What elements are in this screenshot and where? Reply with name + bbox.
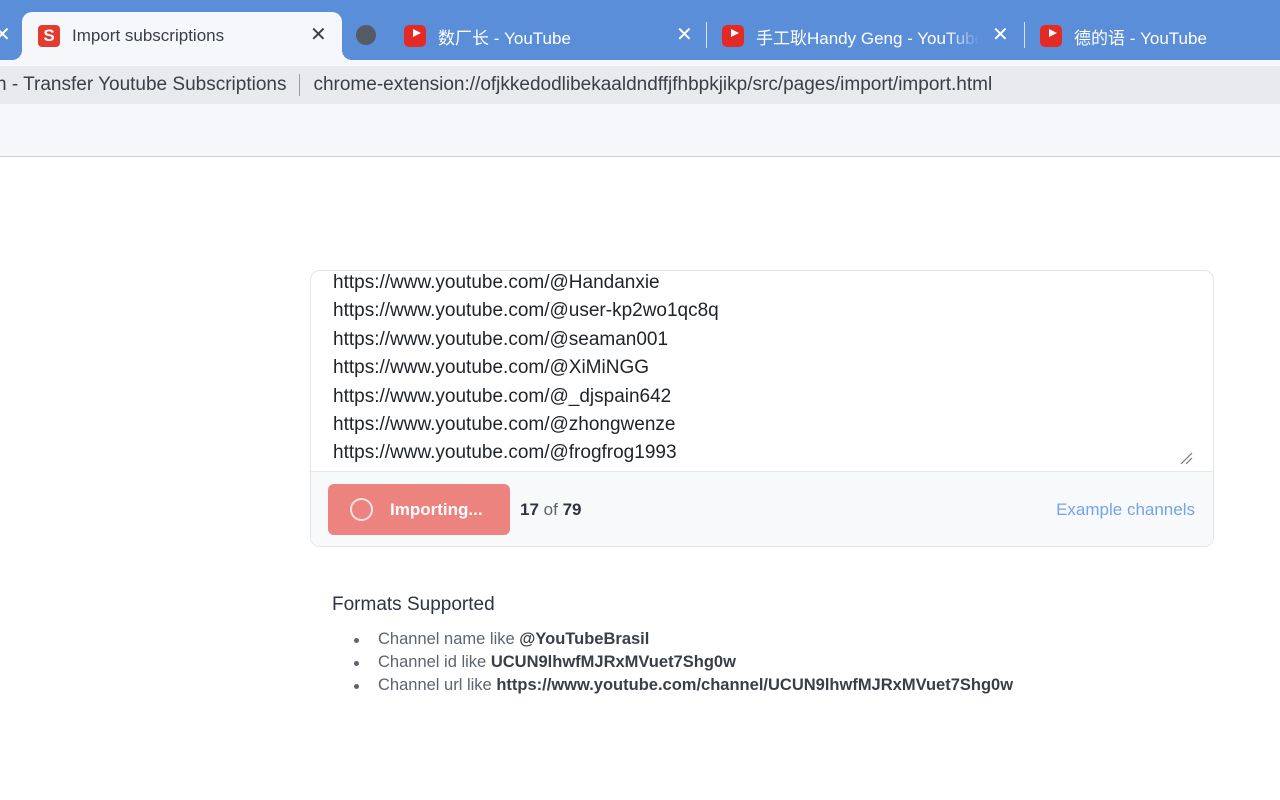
import-card: https://www.youtube.com/@Handanxie https:… (310, 270, 1214, 547)
bookmark-bar (0, 110, 1280, 157)
extension-name: h - Transfer Youtube Subscriptions (0, 74, 287, 95)
url-text[interactable]: chrome-extension://ofjkkedodlibekaaldndf… (313, 74, 992, 96)
format-example: @YouTubeBrasil (519, 630, 650, 648)
channel-url-line: https://www.youtube.com/@user-kp2wo1qc8q (333, 300, 719, 322)
youtube-icon (722, 25, 744, 47)
progress-separator: of (543, 500, 558, 519)
format-prefix: Channel name like (378, 630, 515, 648)
import-button[interactable]: Importing... (328, 484, 510, 535)
tab-title: 手工耿Handy Geng - YouTube (756, 28, 980, 48)
tab-youtube-2[interactable]: 手工耿Handy Geng - YouTube ✕ (722, 12, 1022, 60)
format-example: https://www.youtube.com/channel/UCUN9lhw… (496, 676, 1014, 694)
spinner-icon (350, 498, 373, 521)
youtube-icon (1040, 25, 1062, 47)
formats-list: Channel name like @YouTubeBrasil Channel… (354, 628, 1232, 697)
tab-separator (1024, 22, 1025, 48)
resize-handle-icon[interactable] (1179, 451, 1193, 465)
address-bar: h - Transfer Youtube Subscriptions chrom… (0, 60, 1280, 110)
tab-title: 数厂长 - YouTube (438, 28, 571, 48)
tab-youtube-1[interactable]: 数厂长 - YouTube ✕ (404, 12, 704, 60)
channel-url-line: https://www.youtube.com/@Handanxie (333, 272, 660, 293)
tab-import-subscriptions[interactable]: S Import subscriptions ✕ (12, 12, 352, 60)
close-tab-icon[interactable]: ✕ (310, 25, 327, 45)
progress-current: 17 (520, 500, 539, 519)
formats-section: Formats Supported Channel name like @You… (332, 594, 1232, 697)
progress-total: 79 (562, 500, 582, 519)
loading-dot-icon[interactable] (356, 25, 376, 45)
list-item: Channel url like https://www.youtube.com… (354, 674, 1232, 697)
format-prefix: Channel id like (378, 653, 487, 671)
list-item: Channel id like UCUN9lhwfMJRxMVuet7Shg0w (354, 651, 1232, 674)
channel-url-line: https://www.youtube.com/@XiMiNGG (333, 357, 649, 379)
omnibox[interactable]: h - Transfer Youtube Subscriptions chrom… (0, 66, 1280, 104)
list-item: Channel name like @YouTubeBrasil (354, 628, 1232, 651)
card-footer: Importing... 17 of 79 Example channels (311, 471, 1213, 546)
close-tab-icon[interactable]: ✕ (676, 25, 693, 45)
tab-title: Import subscriptions (72, 26, 225, 45)
tab-separator (706, 22, 707, 48)
youtube-icon (404, 25, 426, 47)
example-channels-link[interactable]: Example channels (1056, 500, 1195, 520)
tab-strip: ✕ S Import subscriptions ✕ 数厂长 - YouTube… (0, 0, 1280, 60)
close-tab-icon[interactable]: ✕ (992, 25, 1009, 45)
import-button-label: Importing... (390, 499, 483, 519)
import-progress: 17 of 79 (520, 500, 582, 520)
divider (299, 74, 301, 96)
format-prefix: Channel url like (378, 676, 492, 694)
channel-url-line: https://www.youtube.com/@zhongwenze (333, 413, 676, 435)
tab-youtube-3[interactable]: 德的语 - YouTube (1040, 12, 1280, 60)
channel-url-line: https://www.youtube.com/@_djspain642 (333, 385, 672, 407)
channel-urls-textarea[interactable]: https://www.youtube.com/@Handanxie https:… (311, 271, 1213, 471)
close-icon[interactable]: ✕ (0, 25, 11, 45)
channel-url-line: https://www.youtube.com/@frogfrog1993 (333, 442, 677, 464)
channel-url-line: https://www.youtube.com/@seaman001 (333, 328, 669, 350)
formats-heading: Formats Supported (332, 594, 495, 615)
format-example: UCUN9lhwfMJRxMVuet7Shg0w (490, 653, 736, 671)
subscription-transfer-logo-icon: S (38, 25, 60, 47)
tab-title: 德的语 - YouTube (1074, 28, 1207, 48)
